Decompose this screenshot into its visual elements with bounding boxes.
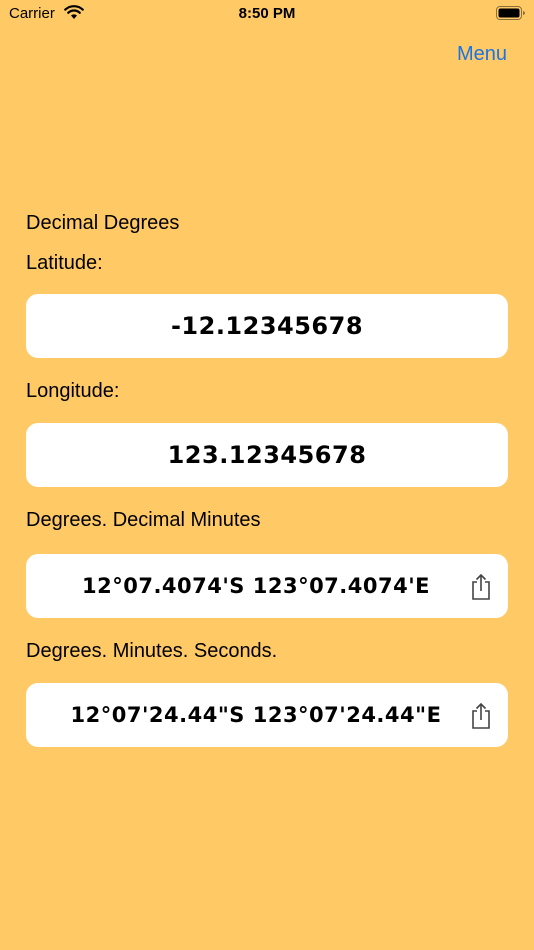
ddm-field[interactable]: 12°07.4074'S 123°07.4074'E xyxy=(26,554,508,618)
longitude-field[interactable]: 123.12345678 xyxy=(26,423,508,487)
status-time: 8:50 PM xyxy=(238,5,296,22)
decimal-degrees-heading: Decimal Degrees xyxy=(26,212,180,234)
longitude-label: Longitude: xyxy=(26,380,120,402)
latitude-field[interactable]: -12.12345678 xyxy=(26,294,508,358)
latitude-label: Latitude: xyxy=(26,252,103,274)
dms-heading: Degrees. Minutes. Seconds. xyxy=(26,640,278,662)
dms-value: 12°07'24.44"S 123°07'24.44"E xyxy=(70,703,442,727)
battery-icon xyxy=(496,6,526,21)
ddm-share-icon[interactable] xyxy=(470,573,492,601)
dms-share-icon[interactable] xyxy=(470,702,492,730)
ddm-value: 12°07.4074'S 123°07.4074'E xyxy=(82,574,430,598)
longitude-value: 123.12345678 xyxy=(167,441,367,469)
latitude-value: -12.12345678 xyxy=(170,312,364,340)
ddm-heading: Degrees. Decimal Minutes xyxy=(26,509,261,531)
status-bar: Carrier 8:50 PM xyxy=(0,0,534,30)
menu-button[interactable]: Menu xyxy=(457,43,507,66)
dms-field[interactable]: 12°07'24.44"S 123°07'24.44"E xyxy=(26,683,508,747)
